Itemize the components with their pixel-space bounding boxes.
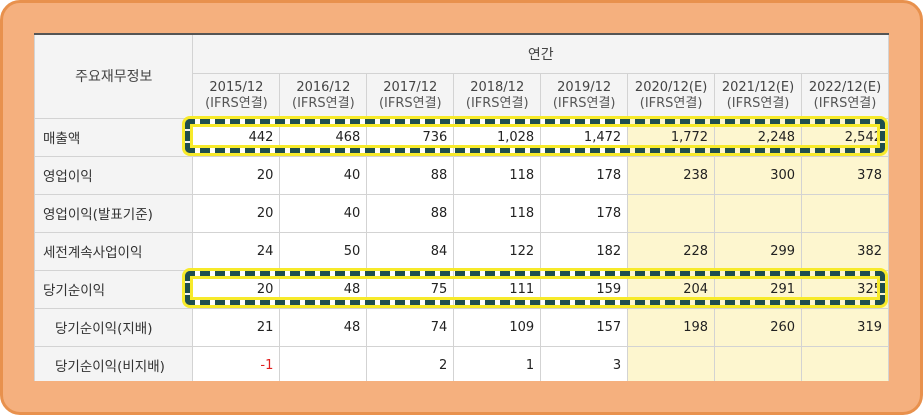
value-cell: 88: [366, 155, 455, 195]
value-cell: [801, 345, 889, 381]
table-row: 당기순이익 20 48 75 111 159 204 291 325: [34, 269, 889, 309]
value-cell: [627, 345, 716, 381]
corner-header: 주요재무정보: [34, 33, 194, 119]
year-header[interactable]: 2022/12(E) (IFRS연결): [801, 72, 889, 119]
year-header[interactable]: 2015/12 (IFRS연결): [192, 72, 281, 119]
table-row: 세전계속사업이익 24 50 84 122 182 228 299 382: [34, 231, 889, 271]
accounting-basis-label: (IFRS연결): [292, 95, 355, 111]
financial-summary-table: 주요재무정보 연간 2015/12 (IFRS연결) 2016/12 (IFRS연결)…: [34, 33, 889, 381]
value-cell: 122: [453, 231, 542, 271]
period-header: 연간: [192, 33, 889, 74]
value-cell: 109: [453, 307, 542, 347]
row-label[interactable]: 세전계속사업이익: [34, 231, 194, 271]
value-cell: 48: [279, 307, 368, 347]
accounting-basis-label: (IFRS연결): [639, 95, 703, 111]
year-header[interactable]: 2017/12 (IFRS연결): [366, 72, 455, 119]
row-label[interactable]: 매출액: [34, 117, 194, 157]
accounting-basis-label: (IFRS연결): [552, 95, 616, 111]
value-cell: [279, 345, 368, 381]
value-cell: 40: [279, 193, 368, 233]
year-header[interactable]: 2018/12 (IFRS연결): [453, 72, 542, 119]
accounting-basis-label: (IFRS연결): [378, 95, 442, 111]
value-cell: 159: [540, 269, 629, 309]
value-cell: 442: [192, 117, 281, 157]
accounting-basis-label: (IFRS연결): [813, 95, 877, 111]
table-row: 당기순이익(비지배) -1 2 1 3: [34, 345, 889, 381]
value-cell: -1: [192, 345, 281, 381]
value-cell: [627, 193, 716, 233]
row-label[interactable]: 당기순이익: [34, 269, 194, 309]
row-label[interactable]: 영업이익: [34, 155, 194, 195]
value-cell: 204: [627, 269, 716, 309]
value-cell: 736: [366, 117, 455, 157]
value-cell: 3: [540, 345, 629, 381]
value-cell: 182: [540, 231, 629, 271]
value-cell: 20: [192, 193, 281, 233]
value-cell: 50: [279, 231, 368, 271]
value-cell: 24: [192, 231, 281, 271]
value-cell: 21: [192, 307, 281, 347]
value-cell: 228: [627, 231, 716, 271]
year-label: 2016/12: [296, 79, 351, 95]
value-cell: 74: [366, 307, 455, 347]
row-label[interactable]: 당기순이익(지배): [34, 307, 194, 347]
value-cell: 300: [714, 155, 803, 195]
value-cell: 178: [540, 193, 629, 233]
accounting-basis-label: (IFRS연결): [465, 95, 529, 111]
year-label: 2020/12(E): [634, 79, 708, 95]
year-label: 2019/12: [557, 79, 612, 95]
year-label: 2021/12(E): [721, 79, 795, 95]
value-cell: 2,248: [714, 117, 803, 157]
value-cell: 260: [714, 307, 803, 347]
value-cell: 238: [627, 155, 716, 195]
value-cell: 378: [801, 155, 889, 195]
value-cell: 382: [801, 231, 889, 271]
table-row: 당기순이익(지배) 21 48 74 109 157 198 260 319: [34, 307, 889, 347]
year-label: 2015/12: [209, 79, 264, 95]
table-row: 매출액 442 468 736 1,028 1,472 1,772 2,248 2,542: [34, 117, 889, 157]
value-cell: 291: [714, 269, 803, 309]
value-cell: 118: [453, 155, 542, 195]
value-cell: 1,028: [453, 117, 542, 157]
year-header[interactable]: 2020/12(E) (IFRS연결): [627, 72, 716, 119]
table-row: 영업이익 20 40 88 118 178 238 300 378: [34, 155, 889, 195]
value-cell: 118: [453, 193, 542, 233]
value-cell: 84: [366, 231, 455, 271]
value-cell: 319: [801, 307, 889, 347]
row-label[interactable]: 영업이익(발표기준): [34, 193, 194, 233]
value-cell: 48: [279, 269, 368, 309]
value-cell: 20: [192, 269, 281, 309]
accounting-basis-label: (IFRS연결): [205, 95, 268, 111]
value-cell: 2: [366, 345, 455, 381]
value-cell: 111: [453, 269, 542, 309]
value-cell: 1: [453, 345, 542, 381]
value-cell: 75: [366, 269, 455, 309]
value-cell: [714, 193, 803, 233]
value-cell: [714, 345, 803, 381]
year-header[interactable]: 2019/12 (IFRS연결): [540, 72, 629, 119]
financial-summary-sheet: 주요재무정보 연간 2015/12 (IFRS연결) 2016/12 (IFRS연결)…: [34, 33, 889, 381]
value-cell: 1,472: [540, 117, 629, 157]
table-row: 영업이익(발표기준) 20 40 88 118 178: [34, 193, 889, 233]
year-label: 2017/12: [383, 79, 438, 95]
row-label[interactable]: 당기순이익(비지배): [34, 345, 194, 381]
year-header[interactable]: 2021/12(E) (IFRS연결): [714, 72, 803, 119]
value-cell: 88: [366, 193, 455, 233]
value-cell: 40: [279, 155, 368, 195]
value-cell: 2,542: [801, 117, 889, 157]
year-header[interactable]: 2016/12 (IFRS연결): [279, 72, 368, 119]
year-label: 2022/12(E): [808, 79, 882, 95]
value-cell: 468: [279, 117, 368, 157]
value-cell: 325: [801, 269, 889, 309]
value-cell: 157: [540, 307, 629, 347]
value-cell: 198: [627, 307, 716, 347]
value-cell: 299: [714, 231, 803, 271]
accounting-basis-label: (IFRS연결): [726, 95, 790, 111]
value-cell: 1,772: [627, 117, 716, 157]
value-cell: 178: [540, 155, 629, 195]
value-cell: [801, 193, 889, 233]
year-label: 2018/12: [470, 79, 525, 95]
value-cell: 20: [192, 155, 281, 195]
